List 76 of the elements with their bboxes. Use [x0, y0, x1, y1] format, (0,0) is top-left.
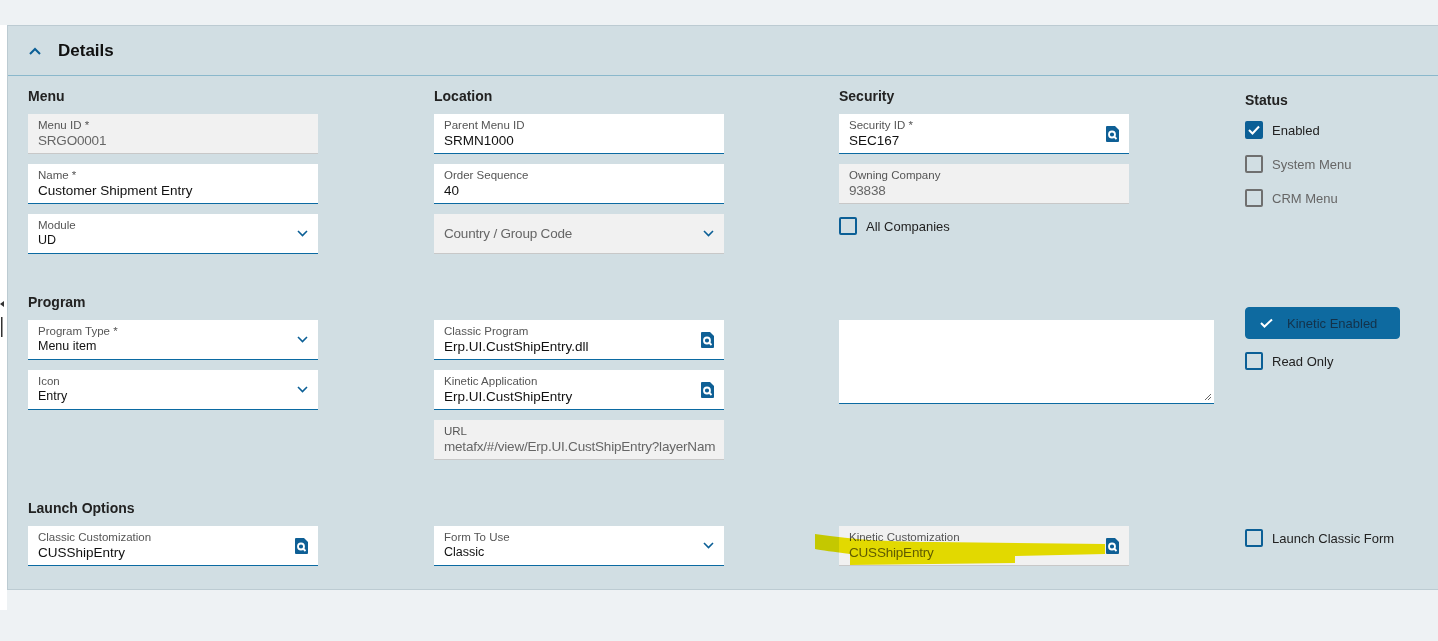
field-label: Kinetic Application [444, 374, 538, 388]
field-value: SEC167 [849, 132, 900, 149]
field-label: Owning Company [849, 168, 941, 182]
input-field[interactable]: Classic Customization CUSShipEntry [28, 526, 318, 566]
field-value: SRMN1000 [444, 132, 514, 149]
input-field[interactable]: URL metafx/#/view/Erp.UI.CustShipEntry?layerNam [434, 420, 724, 460]
input-field[interactable]: Classic Program Erp.UI.CustShipEntry.dll [434, 320, 724, 360]
collapse-toggle[interactable] [28, 45, 42, 56]
field-label: Parent Menu ID [444, 118, 525, 132]
field-value: Classic [444, 544, 485, 561]
field-value: SRGO0001 [38, 132, 107, 149]
checkbox-label: All Companies [866, 218, 950, 234]
field-label: Module [38, 218, 76, 232]
chevron-down-icon[interactable] [703, 542, 714, 549]
search-icon[interactable] [701, 381, 714, 398]
dropdown-field[interactable]: Icon Entry [28, 370, 318, 410]
field-value: 93838 [849, 182, 886, 199]
field-label: Name * [38, 168, 77, 182]
field-value: Menu item [38, 338, 97, 355]
field-label: Security ID * [849, 118, 913, 132]
search-icon[interactable] [701, 331, 714, 348]
chevron-down-icon[interactable] [297, 230, 308, 237]
field-label: Program Type * [38, 324, 118, 338]
input-field[interactable]: Kinetic Application Erp.UI.CustShipEntry [434, 370, 724, 410]
field-label: Classic Customization [38, 530, 152, 544]
field-label: Classic Program [444, 324, 529, 338]
field-value: Customer Shipment Entry [38, 182, 193, 199]
chevron-icon [28, 45, 42, 56]
section-heading: Security [839, 88, 895, 105]
dropdown-field[interactable]: Country / Group Code [434, 214, 724, 254]
checkbox-label: Enabled [1272, 122, 1320, 138]
field-placeholder: Country / Group Code [444, 226, 573, 241]
checkmark-icon [1260, 318, 1273, 328]
field-label: URL [444, 424, 467, 438]
input-field[interactable]: Name * Customer Shipment Entry [28, 164, 318, 204]
checkbox-label: Read Only [1272, 353, 1334, 369]
input-field[interactable]: Security ID * SEC167 [839, 114, 1129, 154]
section-heading: Status [1245, 92, 1288, 109]
search-icon[interactable] [295, 537, 308, 554]
field-label: Menu ID * [38, 118, 90, 132]
dropdown-field[interactable]: Module UD [28, 214, 318, 254]
field-label: Order Sequence [444, 168, 529, 182]
resize-grip-icon[interactable] [1204, 393, 1212, 401]
checkbox[interactable] [1245, 121, 1263, 139]
checkbox-label: Launch Classic Form [1272, 530, 1395, 546]
chevron-down-icon[interactable] [297, 336, 308, 343]
dropdown-field[interactable]: Form To Use Classic [434, 526, 724, 566]
field-value: Entry [38, 388, 68, 405]
field-value: Erp.UI.CustShipEntry.dll [444, 338, 589, 355]
input-field[interactable]: Parent Menu ID SRMN1000 [434, 114, 724, 154]
chevron-down-icon[interactable] [703, 230, 714, 237]
field-value: 40 [444, 182, 460, 199]
checkbox-label: CRM Menu [1272, 190, 1338, 206]
field-value: metafx/#/view/Erp.UI.CustShipEntry?layerNam [444, 438, 716, 455]
section-heading: Launch Options [28, 500, 135, 517]
panel-title: Details [58, 40, 114, 61]
input-field[interactable]: Order Sequence 40 [434, 164, 724, 204]
field-value: CUSShipEntry [38, 544, 126, 561]
field-value: UD [38, 232, 57, 249]
field-value: Erp.UI.CustShipEntry [444, 388, 573, 405]
input-field[interactable]: Owning Company 93838 [839, 164, 1129, 204]
checkbox-label: System Menu [1272, 156, 1352, 172]
field-label: Form To Use [444, 530, 510, 544]
checkbox[interactable] [1245, 352, 1263, 370]
section-heading: Menu [28, 88, 65, 105]
input-field[interactable]: Menu ID * SRGO0001 [28, 114, 318, 154]
field-value: CUSShipEntry [849, 544, 934, 561]
chevron-down-icon[interactable] [297, 386, 308, 393]
section-heading: Location [434, 88, 493, 105]
section-heading: Program [28, 294, 86, 311]
dropdown-field[interactable]: Program Type * Menu item [28, 320, 318, 360]
checkbox[interactable] [1245, 529, 1263, 547]
checkbox[interactable] [839, 217, 857, 235]
field-label: Icon [38, 374, 60, 388]
checkmark-icon [1248, 125, 1260, 135]
search-icon[interactable] [1106, 125, 1119, 142]
